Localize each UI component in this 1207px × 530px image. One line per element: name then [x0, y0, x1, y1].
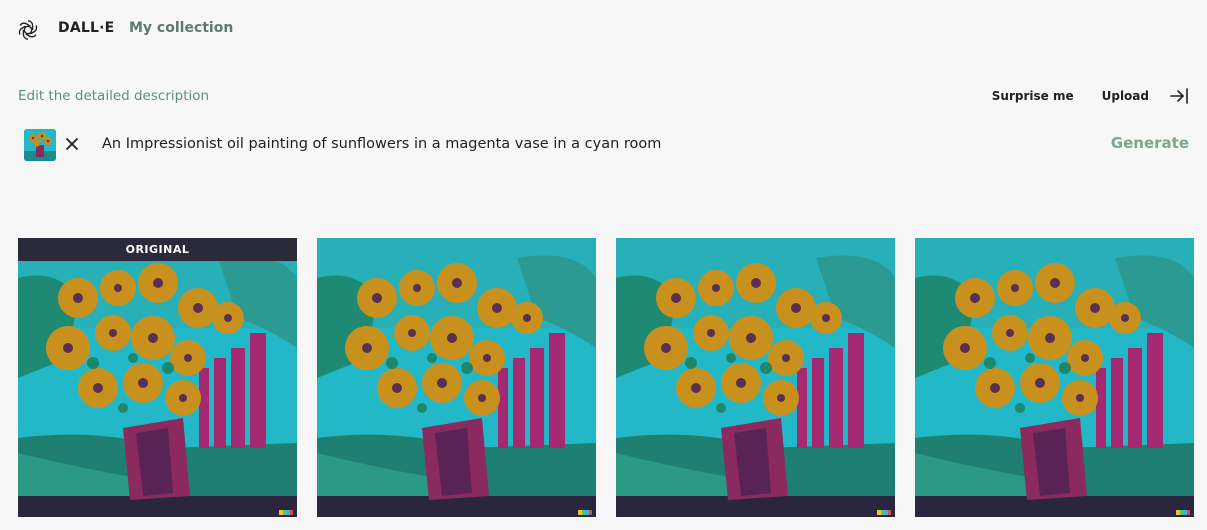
sunflower-painting-image: [18, 238, 297, 517]
gallery-image-original[interactable]: ORIGINAL: [18, 238, 297, 517]
image-gallery: ORIGINAL: [18, 238, 1195, 517]
openai-logo-icon[interactable]: [17, 19, 39, 41]
sunflower-painting-image: [616, 238, 895, 517]
close-icon[interactable]: [65, 137, 79, 151]
brand-title[interactable]: DALL·E: [58, 20, 114, 36]
generate-button[interactable]: Generate: [1111, 134, 1189, 152]
surprise-me-button[interactable]: Surprise me: [992, 89, 1074, 103]
top-navigation: DALL·E My collection: [0, 0, 1207, 60]
sunflower-painting-image: [915, 238, 1194, 517]
my-collection-link[interactable]: My collection: [129, 20, 233, 36]
collapse-panel-icon[interactable]: [1169, 86, 1189, 106]
gallery-image-variation-2[interactable]: [616, 238, 895, 517]
editor-actions: Surprise me Upload: [992, 86, 1189, 106]
original-badge: ORIGINAL: [18, 238, 297, 261]
prompt-input[interactable]: An Impressionist oil painting of sunflow…: [102, 136, 661, 152]
source-image-thumbnail[interactable]: [24, 129, 56, 161]
signature-mark: [578, 510, 592, 515]
signature-mark: [279, 510, 293, 515]
prompt-bar: An Impressionist oil painting of sunflow…: [18, 128, 1189, 164]
sunflower-painting-image: [317, 238, 596, 517]
upload-button[interactable]: Upload: [1102, 89, 1149, 103]
gallery-image-variation-1[interactable]: [317, 238, 596, 517]
signature-mark: [1176, 510, 1190, 515]
edit-description-label: Edit the detailed description: [18, 88, 210, 104]
signature-mark: [877, 510, 891, 515]
gallery-image-variation-3[interactable]: [915, 238, 1194, 517]
